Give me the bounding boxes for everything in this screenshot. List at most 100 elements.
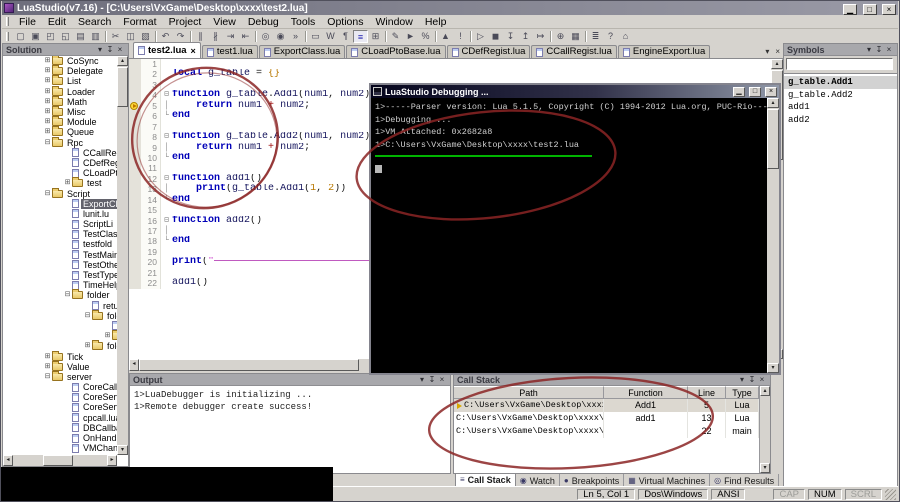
panel-menu-icon[interactable]: ▾ [737,375,747,384]
tree-item[interactable]: ⊟ folde [3,309,117,321]
expander-icon[interactable]: ⊟ [63,290,72,300]
show-whitespace-button[interactable]: ¶ [338,30,353,43]
scroll-left-icon[interactable]: ◂ [129,359,139,371]
tab-test1-lua[interactable]: test1.lua [201,45,258,58]
menu-edit[interactable]: Edit [42,16,72,28]
scroll-thumb[interactable] [139,359,359,371]
find-button[interactable]: ◎ [258,30,273,43]
breakpoint-margin[interactable] [129,163,141,174]
callstack-row[interactable]: C:\Users\VxGame\Desktop\xxxx\... 22 main [454,425,770,438]
menu-format[interactable]: Format [117,16,162,28]
breakpoint-margin[interactable] [129,278,141,289]
expander-icon[interactable]: ⊞ [63,178,72,188]
comment-button[interactable]: ∥ [193,30,208,43]
title-bar[interactable]: LuaStudio(v7.16) - [C:\Users\VxGame\Desk… [2,1,898,15]
tab-cloadptobase-lua[interactable]: CLoadPtoBase.lua [346,45,446,58]
fold-margin[interactable]: ⊟ [161,90,172,100]
tree-item[interactable]: TimeHelp [3,280,117,290]
tree-item[interactable]: ScriptLi [3,219,117,229]
find-next-button[interactable]: » [288,30,303,43]
scroll-thumb[interactable] [43,455,73,466]
close-icon[interactable]: × [757,375,767,384]
tree-item[interactable]: ⊞ Delegate [3,65,117,76]
minimize-button[interactable]: ▁ [843,4,858,15]
expander-icon[interactable]: ⊞ [43,352,52,362]
tab-close-icon[interactable]: × [775,47,780,56]
tree-item[interactable]: ⊞ Queue [3,126,117,137]
zoom-button[interactable]: % [418,30,433,43]
pin-icon[interactable]: ↧ [105,45,115,54]
tab-exportclass-lua[interactable]: ExportClass.lua [258,45,346,58]
tree-item[interactable]: CDefRegi [3,158,117,168]
breakpoint-margin[interactable] [129,121,141,133]
symbol-item[interactable]: add2 [784,114,897,127]
tab-ccallregist-lua[interactable]: CCallRegist.lua [531,45,617,58]
tree-item[interactable]: ⊞ List [3,75,117,86]
menu-tools[interactable]: Tools [285,16,322,28]
scroll-thumb[interactable] [117,67,128,107]
uncomment-button[interactable]: ∦ [208,30,223,43]
breakpoint-margin[interactable] [129,226,141,237]
breakpoint-margin[interactable] [129,236,141,247]
close-icon[interactable]: × [884,45,894,54]
tree-item[interactable]: TestClas [3,229,117,239]
expander-icon[interactable]: ⊞ [43,97,52,107]
panel-menu-icon[interactable]: ▾ [864,45,874,54]
tree-item[interactable]: ⊞ Module [3,116,117,127]
tree-item[interactable]: TestType [3,270,117,280]
fold-margin[interactable]: ⊟ [161,132,172,142]
breakpoint-margin[interactable] [129,69,141,80]
expander-icon[interactable]: ⊞ [43,56,52,66]
breakpoint-margin[interactable] [129,205,141,216]
close-icon[interactable]: × [115,45,125,54]
close-button[interactable]: × [882,4,896,15]
expander-icon[interactable]: ⊟ [43,372,52,382]
debug-console-window[interactable]: LuaStudio Debugging ... ▁ □ × 1>-----Par… [369,83,781,375]
console-close-button[interactable]: × [765,86,777,97]
menu-view[interactable]: View [207,16,242,28]
tree-item[interactable]: ⊞ fold [3,340,117,351]
tree-item[interactable]: CoreCallDbl [3,382,117,392]
new-project-button[interactable]: ▣ [28,30,43,43]
fold-margin[interactable]: ⊟ [161,216,172,226]
paste-button[interactable]: ▧ [138,30,153,43]
breakpoint-margin[interactable] [129,215,141,226]
breakpoint-margin[interactable] [129,194,141,206]
symbol-item[interactable]: add1 [784,101,897,114]
line-numbers-button[interactable]: ≡ [353,29,368,43]
open-project-button[interactable]: ◱ [58,30,73,43]
toolbar-grip[interactable] [6,31,9,41]
console-title-bar[interactable]: LuaStudio Debugging ... ▁ □ × [371,85,779,98]
menu-grip[interactable] [6,17,9,26]
redo-button[interactable]: ↷ [173,30,188,43]
tree-item[interactable]: CLoadPto [3,168,117,178]
breakpoint-margin[interactable] [129,111,141,122]
menu-options[interactable]: Options [321,16,369,28]
outline-button[interactable]: ⊞ [368,30,383,43]
maximize-button[interactable]: □ [862,4,877,15]
code-line[interactable]: 2 local g_table = {} [129,69,771,80]
symbol-filter-input[interactable] [786,58,893,70]
tab-cdefregist-lua[interactable]: CDefRegist.lua [446,45,531,58]
breakpoint-margin[interactable] [129,59,141,70]
tab-engineexport-lua[interactable]: EngineExport.lua [617,45,711,58]
console-scrollbar[interactable]: ▴ ▾ [767,98,779,373]
tab-close-icon[interactable]: × [191,45,196,57]
toggle-breakpoint-button[interactable]: ⊕ [553,30,568,43]
menu-project[interactable]: Project [163,16,208,28]
tree-item[interactable]: cpcall.lua [3,413,117,423]
save-button[interactable]: ▤ [73,30,88,43]
scroll-up-icon[interactable]: ▴ [117,56,128,66]
cut-button[interactable]: ✂ [108,30,123,43]
tab-list-dropdown-icon[interactable]: ▾ [765,47,769,56]
help-button[interactable]: ? [603,30,618,43]
scroll-up-icon[interactable]: ▴ [771,59,783,69]
tree-item[interactable]: CoreServerC [3,402,117,412]
column-header-path[interactable]: Path [454,386,604,399]
tree-item[interactable]: ⊞ Tick [3,350,117,362]
expander-icon[interactable]: ⊞ [43,87,52,97]
callstack-row[interactable]: C:\Users\VxGame\Desktop\xxxx\...Add15Lua [454,399,770,412]
console-maximize-button[interactable]: □ [749,86,761,97]
menu-file[interactable]: File [13,16,42,28]
solution-horizontal-scrollbar[interactable]: ◂ ▸ [3,455,117,466]
